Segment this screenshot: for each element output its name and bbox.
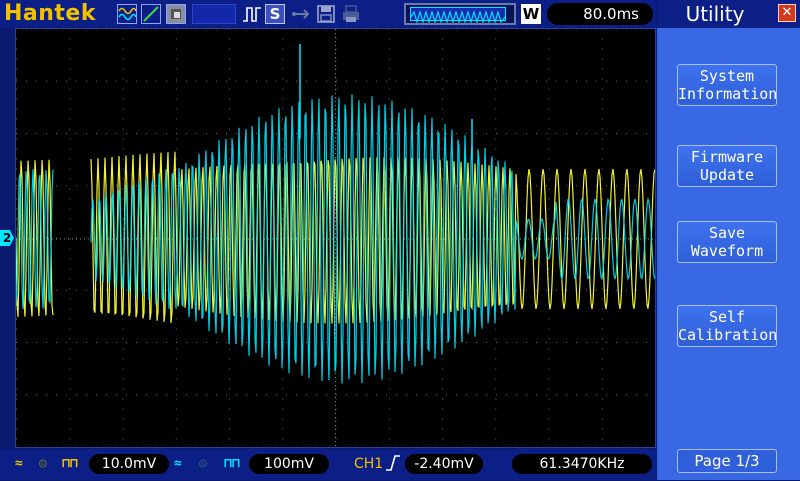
window-mode-badge: W <box>521 4 541 24</box>
ch1-invert-icon: ⊓⊓ <box>62 456 78 471</box>
graticule-grid <box>16 29 655 447</box>
bottom-status-bar: ≈ ◎ ⊓⊓ 10.0mV ≈ ◎ ⊓⊓ 100mV CH1 -2.40mV 6… <box>0 449 656 480</box>
ch2-invert-icon: ⊓⊓ <box>224 456 240 471</box>
vector-display-icon[interactable] <box>117 4 137 24</box>
button-label-line2: Calibration <box>678 326 778 344</box>
button-label-line2: Information <box>678 85 778 103</box>
ch2-coupling-icon: ≈ <box>174 456 182 471</box>
ch1-bandwidth-icon: ◎ <box>39 456 47 471</box>
ch2-bandwidth-icon: ◎ <box>199 456 207 471</box>
usb-icon <box>290 4 310 24</box>
top-status-bar: Hantek S W 80.0ms <box>0 0 656 28</box>
close-icon[interactable]: ✕ <box>778 4 796 22</box>
ch1-scale-readout: 10.0mV <box>89 454 169 474</box>
save-disk-icon <box>316 4 336 24</box>
waveform-display <box>15 28 656 448</box>
menu-header: Utility ✕ <box>657 0 800 28</box>
waveform-canvas <box>16 29 655 447</box>
trigger-edge-icon <box>242 4 262 24</box>
button-label-line2: Update <box>699 166 755 184</box>
system-information-button[interactable]: System Information <box>677 64 777 106</box>
single-mode-badge: S <box>265 4 285 24</box>
rising-edge-icon <box>385 453 401 481</box>
save-waveform-button[interactable]: Save Waveform <box>677 221 777 263</box>
run-status-box <box>192 4 236 24</box>
memory-wave-icon <box>410 9 506 25</box>
page-indicator-button[interactable]: Page 1/3 <box>677 449 777 473</box>
printer-icon <box>341 4 361 24</box>
button-label-line2: Waveform <box>690 242 764 260</box>
button-label-line1: Firmware <box>690 148 764 166</box>
button-label-line1: Save <box>708 224 746 242</box>
trigger-level-readout: -2.40mV <box>405 454 483 474</box>
memory-window <box>410 7 506 25</box>
channel-2-marker[interactable]: 2 <box>0 230 14 246</box>
self-calibration-button[interactable]: Self Calibration <box>677 305 777 347</box>
button-label-line1: System <box>699 67 755 85</box>
frequency-readout: 61.3470KHz <box>512 454 652 474</box>
dots-display-icon[interactable] <box>141 4 161 24</box>
firmware-update-button[interactable]: Firmware Update <box>677 145 777 187</box>
trigger-source-label: CH1 <box>354 456 384 472</box>
ch1-coupling-icon: ≈ <box>15 456 23 471</box>
memory-depth-indicator <box>404 3 516 25</box>
menu-title: Utility <box>685 2 745 26</box>
brand-logo: Hantek <box>4 1 96 26</box>
persistence-icon[interactable] <box>166 4 186 24</box>
utility-menu-panel: Utility ✕ System Information Firmware Up… <box>657 0 800 480</box>
timebase-readout: 80.0ms <box>547 3 653 25</box>
button-label-line1: Self <box>708 308 746 326</box>
ch2-scale-readout: 100mV <box>249 454 329 474</box>
